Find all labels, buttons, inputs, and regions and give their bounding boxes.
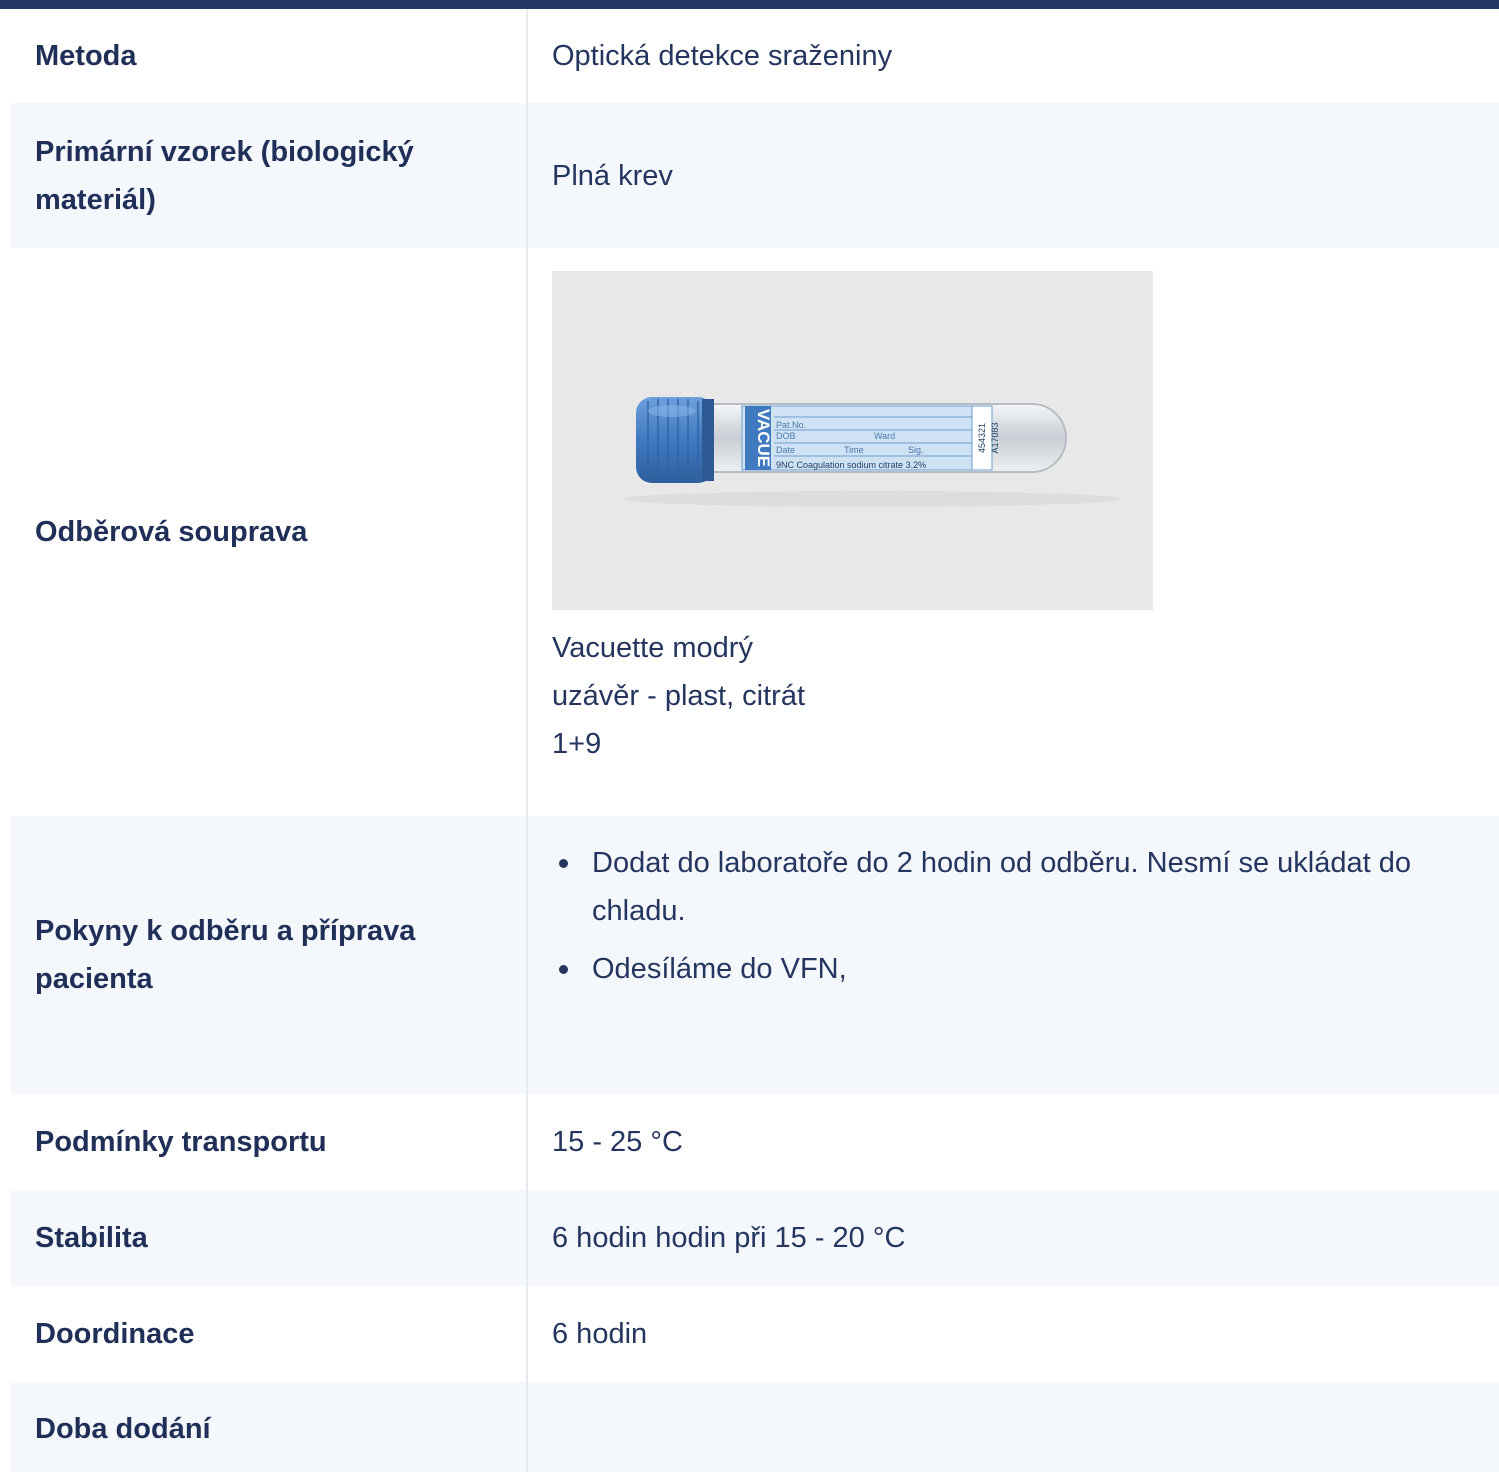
row-label: Doordinace xyxy=(11,1286,528,1382)
row-label: Stabilita xyxy=(11,1190,528,1286)
kit-line: 1+9 xyxy=(552,728,602,760)
row-value xyxy=(528,1382,1499,1472)
svg-text:VACUE: VACUE xyxy=(754,409,773,467)
list-item: Dodat do laboratoře do 2 hodin od odběru… xyxy=(559,839,1472,935)
tube-illustration: VACUE Pat.No. DOB Ward Date Time Sig. 9N… xyxy=(622,397,1122,507)
table-row-odberova-souprava: Odběrová souprava VACUE Pat.No. DOB Ward… xyxy=(11,248,1499,816)
row-label: Podmínky transportu xyxy=(11,1094,528,1190)
table-row-stabilita: Stabilita 6 hodin hodin při 15 - 20 °C xyxy=(11,1190,1499,1286)
svg-text:Date: Date xyxy=(776,445,795,455)
row-value: VACUE Pat.No. DOB Ward Date Time Sig. 9N… xyxy=(528,248,1499,816)
table-row-doba-dodani: Doba dodání xyxy=(11,1382,1499,1472)
svg-text:Sig.: Sig. xyxy=(908,445,924,455)
row-value: Optická detekce sraženiny xyxy=(552,40,893,72)
vacuette-blue-tube-image: VACUE Pat.No. DOB Ward Date Time Sig. 9N… xyxy=(552,271,1153,610)
svg-text:Ward: Ward xyxy=(874,431,895,441)
svg-text:A17083: A17083 xyxy=(990,422,1000,453)
row-value: 6 hodin hodin při 15 - 20 °C xyxy=(552,1222,906,1254)
row-label: Pokyny k odběru a příprava pacienta xyxy=(11,816,528,1094)
row-label: Metoda xyxy=(11,9,528,103)
svg-text:9NC Coagulation sodium citrate: 9NC Coagulation sodium citrate 3.2% xyxy=(776,460,926,470)
row-value: Dodat do laboratoře do 2 hodin od odběru… xyxy=(528,816,1499,1094)
page-left-margin xyxy=(0,9,11,1472)
kit-line: uzávěr - plast, citrát xyxy=(552,680,806,712)
svg-text:DOB: DOB xyxy=(776,431,796,441)
table-row-metoda: Metoda Optická detekce sraženiny xyxy=(11,9,1499,103)
svg-text:Pat.No.: Pat.No. xyxy=(776,420,806,430)
table-row-doordinace: Doordinace 6 hodin xyxy=(11,1286,1499,1382)
test-info-table: Metoda Optická detekce sraženiny Primárn… xyxy=(11,9,1499,1472)
table-row-pokyny: Pokyny k odběru a příprava pacienta Doda… xyxy=(11,816,1499,1094)
table-row-primarni-vzorek: Primární vzorek (biologický materiál) Pl… xyxy=(11,103,1499,248)
kit-line: Vacuette modrý xyxy=(552,632,753,664)
collection-kit-description: Vacuette modrý uzávěr - plast, citrát 1+… xyxy=(552,624,805,768)
svg-text:Time: Time xyxy=(844,445,864,455)
row-label: Primární vzorek (biologický materiál) xyxy=(11,103,528,248)
table-row-podminky-transportu: Podmínky transportu 15 - 25 °C xyxy=(11,1094,1499,1190)
row-value: 6 hodin xyxy=(552,1318,648,1350)
instruction-list: Dodat do laboratoře do 2 hodin od odběru… xyxy=(552,839,1472,1003)
list-item: Odesíláme do VFN, xyxy=(559,945,1472,993)
row-label: Doba dodání xyxy=(11,1382,528,1472)
row-value: 15 - 25 °C xyxy=(552,1126,683,1158)
row-label: Odběrová souprava xyxy=(11,248,528,816)
row-value: Plná krev xyxy=(552,159,673,192)
svg-text:454321: 454321 xyxy=(977,423,987,453)
table-top-border xyxy=(0,0,1499,9)
